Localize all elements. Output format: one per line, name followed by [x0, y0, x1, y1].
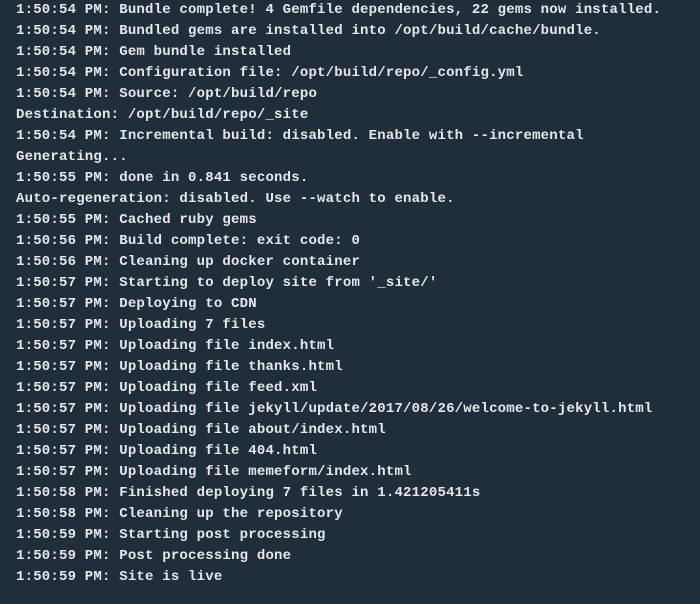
log-line: 1:50:54 PM: Incremental build: disabled.… [16, 126, 684, 147]
log-line: 1:50:57 PM: Starting to deploy site from… [16, 273, 684, 294]
log-line: 1:50:54 PM: Source: /opt/build/repo [16, 84, 684, 105]
log-line: 1:50:58 PM: Finished deploying 7 files i… [16, 483, 684, 504]
log-line: Destination: /opt/build/repo/_site [16, 105, 684, 126]
log-line: 1:50:59 PM: Starting post processing [16, 525, 684, 546]
log-line: 1:50:55 PM: Cached ruby gems [16, 210, 684, 231]
log-line: 1:50:57 PM: Uploading file index.html [16, 336, 684, 357]
log-line: 1:50:59 PM: Site is live [16, 567, 684, 588]
log-line: Generating... [16, 147, 684, 168]
log-line: 1:50:58 PM: Cleaning up the repository [16, 504, 684, 525]
log-line: 1:50:57 PM: Uploading file jekyll/update… [16, 399, 684, 420]
log-line: 1:50:57 PM: Deploying to CDN [16, 294, 684, 315]
log-line: 1:50:54 PM: Configuration file: /opt/bui… [16, 63, 684, 84]
log-line: 1:50:54 PM: Bundled gems are installed i… [16, 21, 684, 42]
log-line: 1:50:56 PM: Cleaning up docker container [16, 252, 684, 273]
log-line: 1:50:59 PM: Post processing done [16, 546, 684, 567]
log-line: 1:50:57 PM: Uploading 7 files [16, 315, 684, 336]
log-line: 1:50:54 PM: Gem bundle installed [16, 42, 684, 63]
log-line: Auto-regeneration: disabled. Use --watch… [16, 189, 684, 210]
log-line: 1:50:57 PM: Uploading file thanks.html [16, 357, 684, 378]
log-line: 1:50:54 PM: Bundle complete! 4 Gemfile d… [16, 0, 684, 21]
log-line: 1:50:55 PM: done in 0.841 seconds. [16, 168, 684, 189]
log-line: 1:50:57 PM: Uploading file feed.xml [16, 378, 684, 399]
terminal-output: 1:50:54 PM: Bundle complete! 4 Gemfile d… [0, 0, 700, 604]
log-line: 1:50:57 PM: Uploading file memeform/inde… [16, 462, 684, 483]
log-line: 1:50:57 PM: Uploading file about/index.h… [16, 420, 684, 441]
log-line: 1:50:56 PM: Build complete: exit code: 0 [16, 231, 684, 252]
log-line: 1:50:57 PM: Uploading file 404.html [16, 441, 684, 462]
